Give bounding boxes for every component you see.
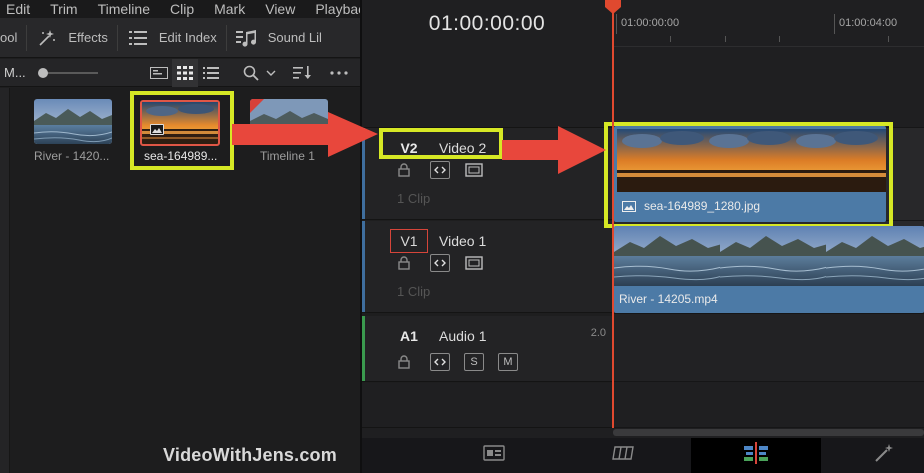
highlight-box-v2-track	[379, 128, 503, 159]
audio-channel-format: 2.0	[590, 327, 606, 339]
track-lane-a1[interactable]	[612, 314, 924, 382]
menu-clip[interactable]: Clip	[164, 0, 208, 18]
auto-select-icon[interactable]	[430, 353, 450, 371]
cut-page-icon	[611, 445, 637, 466]
menu-view[interactable]: View	[259, 0, 309, 18]
more-options-icon[interactable]	[326, 59, 352, 87]
edit-page-tab[interactable]	[691, 438, 821, 473]
arrow-to-track-v2	[232, 112, 378, 157]
track-color-bar	[362, 316, 365, 381]
track-clip-count: 1 Clip	[397, 191, 431, 206]
toolbar-divider	[116, 24, 118, 51]
lock-icon[interactable]	[397, 354, 411, 370]
sort-icon[interactable]	[290, 59, 316, 87]
media-page-tab[interactable]	[472, 438, 516, 473]
track-output-icon[interactable]	[464, 254, 484, 272]
track-header-spacer	[362, 47, 612, 128]
cut-page-tab[interactable]	[602, 438, 646, 473]
playhead-handle[interactable]	[604, 0, 622, 14]
clip-filmstrip	[614, 226, 924, 286]
chevron-down-icon[interactable]	[264, 59, 278, 87]
ruler-label: 01:00:00:00	[621, 17, 680, 29]
list-icon	[127, 27, 149, 49]
timeline-empty-area[interactable]	[612, 382, 924, 428]
effects-label: Effects	[68, 30, 108, 45]
ruler-tick	[779, 36, 780, 42]
magic-wand-icon	[36, 27, 58, 49]
track-clip-count: 1 Clip	[397, 284, 431, 299]
menu-bar: Edit Trim Timeline Clip Mark View Playba…	[0, 0, 372, 18]
menu-trim[interactable]: Trim	[44, 0, 91, 18]
thumbnail-view-icon[interactable]	[172, 58, 198, 87]
track-header-a1[interactable]: A1 Audio 1 2.0 S M	[362, 316, 612, 382]
toolbar: ool Effects Edit Index Sound Lil	[0, 18, 360, 58]
music-note-icon	[235, 27, 258, 49]
metadata-view-icon[interactable]	[146, 59, 172, 87]
timeline-scrollbar[interactable]	[362, 428, 924, 438]
slider-knob[interactable]	[38, 67, 48, 78]
edit-page-icon	[743, 442, 769, 469]
bin-list-collapsed[interactable]	[0, 88, 10, 473]
menu-edit[interactable]: Edit	[0, 0, 44, 18]
ruler-label: 01:00:04:00	[839, 17, 898, 29]
sound-library-button[interactable]: Sound Lil	[235, 18, 322, 57]
track-output-icon[interactable]	[464, 161, 484, 179]
highlight-box-sea-clip	[130, 91, 234, 170]
highlight-box-v2-clip	[604, 122, 893, 228]
media-pool-header: M...	[0, 58, 360, 87]
ruler-tick	[725, 36, 726, 42]
mute-button[interactable]: M	[498, 353, 518, 371]
track-code-v1[interactable]: V1	[390, 229, 428, 253]
timecode-value: 01:00:00:00	[428, 11, 546, 35]
clip-name: River - 14205.mp4	[619, 292, 718, 306]
river-thumbnail-image	[34, 99, 112, 144]
master-bin-label: M...	[4, 65, 26, 80]
watermark: VideoWithJens.com	[163, 445, 337, 465]
track-name-v1[interactable]: Video 1	[439, 229, 486, 253]
track-header-empty	[362, 383, 612, 428]
media-page-icon	[483, 445, 505, 466]
solo-button[interactable]: S	[464, 353, 484, 371]
media-pool-button[interactable]: ool	[0, 18, 17, 57]
toolbar-divider	[225, 24, 227, 51]
effects-button[interactable]: Effects	[36, 18, 108, 57]
sound-library-label: Sound Lil	[267, 30, 322, 45]
clip-river-v1[interactable]: River - 14205.mp4	[614, 226, 924, 313]
edit-index-button[interactable]: Edit Index	[127, 18, 217, 57]
ruler-tick	[670, 36, 671, 42]
track-header-v1[interactable]: V1 Video 1 1 Clip	[362, 221, 612, 313]
timeline-empty-area[interactable]	[612, 47, 924, 128]
playhead-line[interactable]	[612, 6, 614, 438]
edit-index-label: Edit Index	[158, 30, 217, 45]
timecode-display: 01:00:00:00	[362, 0, 612, 47]
lock-icon[interactable]	[397, 162, 411, 178]
menu-mark[interactable]: Mark	[208, 0, 259, 18]
track-code-a1[interactable]: A1	[390, 324, 428, 348]
menu-timeline[interactable]: Timeline	[92, 0, 164, 18]
fusion-page-icon	[874, 443, 894, 468]
ruler-tick	[834, 14, 835, 34]
slider-track	[40, 71, 98, 74]
track-name-a1[interactable]: Audio 1	[439, 324, 486, 348]
fusion-page-tab[interactable]	[862, 438, 906, 473]
list-view-icon[interactable]	[198, 59, 224, 87]
track-color-bar	[362, 221, 365, 312]
media-pool-label: ool	[0, 30, 18, 45]
river-clip-label: River - 1420...	[34, 149, 110, 163]
auto-select-icon[interactable]	[430, 161, 450, 179]
ruler-tick	[888, 36, 889, 42]
scrollbar-thumb[interactable]	[613, 429, 924, 436]
lock-icon[interactable]	[397, 255, 411, 271]
arrow-to-v2-clip	[502, 126, 606, 174]
toolbar-divider	[26, 24, 28, 51]
river-clip-thumbnail[interactable]	[34, 99, 112, 144]
search-icon[interactable]	[238, 59, 264, 87]
page-navigation-bar	[362, 438, 924, 473]
thumbnail-size-slider[interactable]	[28, 59, 98, 87]
ruler-tick	[616, 14, 617, 34]
timeline-ruler[interactable]: 01:00:00:00 01:00:04:00	[612, 0, 924, 47]
auto-select-icon[interactable]	[430, 254, 450, 272]
